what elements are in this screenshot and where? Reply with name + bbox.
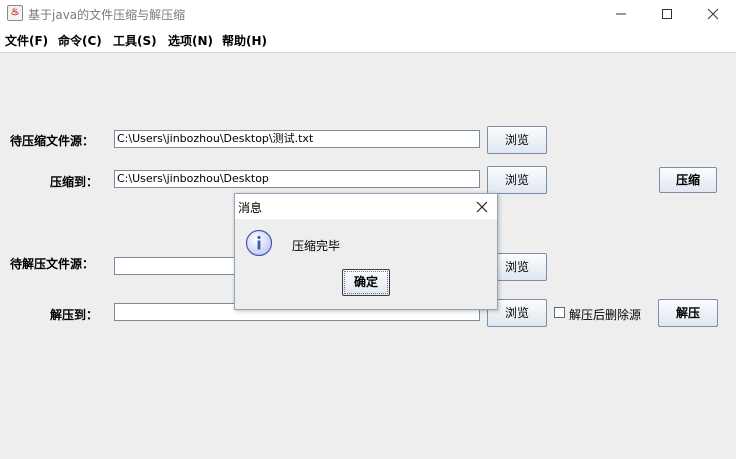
menu-options[interactable]: 选项(N) bbox=[168, 32, 213, 49]
menu-help[interactable]: 帮助(H) bbox=[222, 32, 267, 49]
compress-target-browse-button[interactable]: 浏览 bbox=[487, 166, 547, 194]
message-dialog: 消息 压缩完毕 确定 bbox=[234, 193, 498, 310]
maximize-button[interactable] bbox=[644, 0, 690, 28]
info-icon bbox=[245, 229, 273, 257]
delete-source-label: 解压后删除源 bbox=[569, 308, 642, 322]
minimize-button[interactable] bbox=[598, 0, 644, 28]
title-bar: ♨ 基于java的文件压缩与解压缩 bbox=[0, 0, 736, 28]
dialog-message: 压缩完毕 bbox=[292, 239, 341, 253]
compress-source-browse-button[interactable]: 浏览 bbox=[487, 126, 547, 154]
compress-source-field[interactable]: C:\Users\jinbozhou\Desktop\测试.txt bbox=[114, 130, 480, 148]
java-cup-icon: ♨ bbox=[7, 5, 23, 21]
ok-button[interactable]: 确定 bbox=[342, 269, 390, 296]
close-icon bbox=[707, 8, 719, 20]
minimize-icon bbox=[616, 13, 626, 15]
dialog-close-icon[interactable] bbox=[475, 200, 489, 214]
menu-tools[interactable]: 工具(S) bbox=[113, 32, 157, 49]
menu-file[interactable]: 文件(F) bbox=[5, 32, 48, 49]
dialog-title-bar: 消息 bbox=[235, 194, 497, 219]
decompress-source-label: 待解压文件源： bbox=[10, 257, 95, 271]
compress-target-label: 压缩到： bbox=[50, 175, 99, 189]
menu-command[interactable]: 命令(C) bbox=[58, 32, 102, 49]
compress-source-label: 待压缩文件源： bbox=[10, 134, 95, 148]
window-title: 基于java的文件压缩与解压缩 bbox=[28, 8, 186, 22]
delete-source-checkbox[interactable] bbox=[554, 307, 565, 318]
close-button[interactable] bbox=[690, 0, 736, 28]
compress-target-field[interactable]: C:\Users\jinbozhou\Desktop bbox=[114, 170, 480, 188]
ok-button-label: 确定 bbox=[344, 271, 388, 294]
decompress-target-label: 解压到： bbox=[50, 308, 99, 322]
maximize-icon bbox=[662, 9, 672, 19]
menu-bar: 文件(F) 命令(C) 工具(S) 选项(N) 帮助(H) bbox=[0, 28, 736, 53]
decompress-button[interactable]: 解压 bbox=[658, 299, 718, 327]
compress-button[interactable]: 压缩 bbox=[659, 167, 717, 193]
dialog-title: 消息 bbox=[238, 201, 263, 215]
